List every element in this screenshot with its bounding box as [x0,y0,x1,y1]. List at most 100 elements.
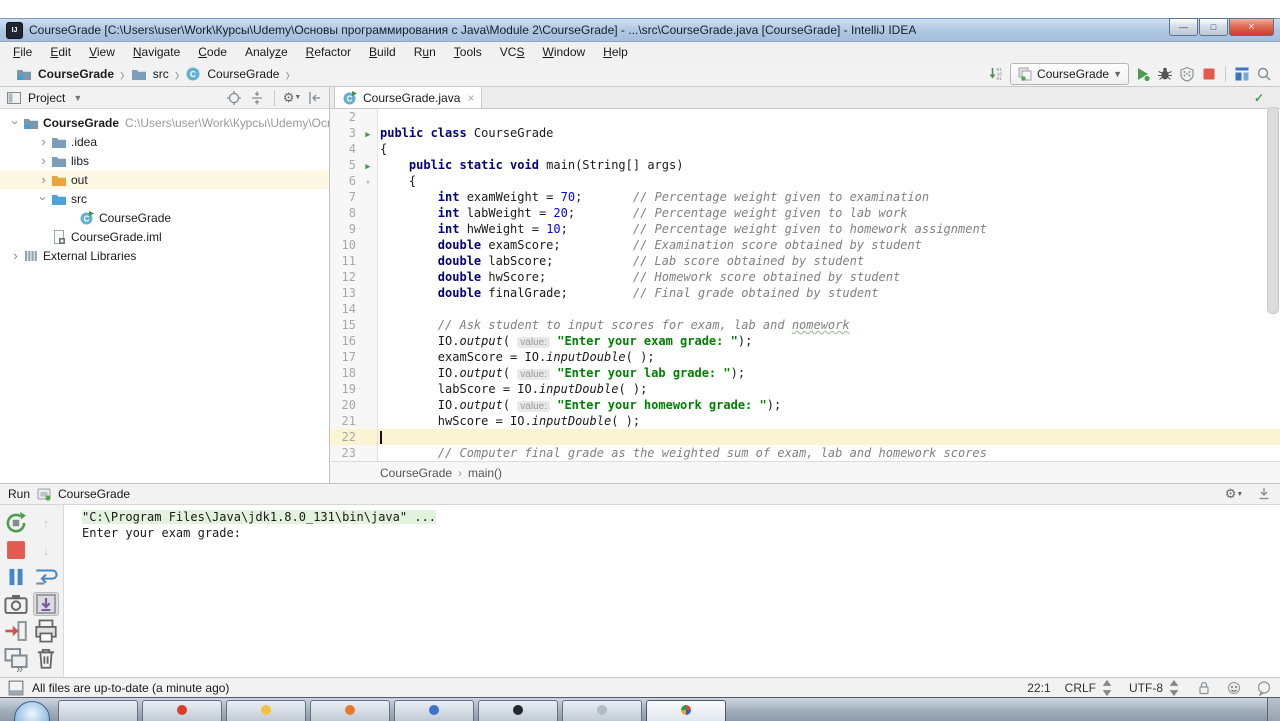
chevron-open-icon[interactable]: › [36,191,51,206]
menu-edit[interactable]: Edit [41,42,80,62]
code-line-13[interactable]: 13 double finalGrade; // Final grade obt… [330,285,1280,301]
code-line-5[interactable]: 5▶ public static void main(String[] args… [330,157,1280,173]
code-line-17[interactable]: 17 examScore = IO.inputDouble( ); [330,349,1280,365]
menu-navigate[interactable]: Navigate [124,42,189,62]
editor-breadcrumb-item[interactable]: main() [468,466,502,480]
code-line-18[interactable]: 18 IO.output( value: "Enter your lab gra… [330,365,1280,381]
chevron-closed-icon[interactable]: › [36,153,51,168]
taskbar-app-button[interactable] [394,700,474,721]
collapse-all-icon[interactable] [249,90,265,106]
rerun-icon[interactable] [3,511,29,535]
menu-vcs[interactable]: VCS [491,42,534,62]
run-configuration-select[interactable]: CourseGrade ▼ [1010,63,1129,85]
code-line-21[interactable]: 21 hwScore = IO.inputDouble( ); [330,413,1280,429]
hector-inspector-icon[interactable] [1226,680,1242,696]
maximize-button[interactable]: □ [1199,18,1228,36]
hide-panel-icon[interactable] [307,90,323,106]
menu-file[interactable]: File [4,42,41,62]
encoding-select[interactable]: UTF-8 [1129,680,1182,696]
tree-item-out[interactable]: ›out [0,170,329,189]
chevron-down-icon[interactable]: ▼ [73,93,82,103]
tree-item-coursegrade[interactable]: ›CourseGradeC:\Users\user\Work\Курсы\Ude… [0,113,329,132]
chevron-closed-icon[interactable]: › [36,134,51,149]
inspection-ok-icon[interactable]: ✓ [1254,91,1264,105]
stop-button[interactable] [1201,66,1217,82]
search-everywhere-icon[interactable] [1256,66,1272,82]
editor-scrollbar[interactable] [1267,87,1280,439]
project-panel-title[interactable]: Project [28,91,65,105]
tree-item-libs[interactable]: ›libs [0,151,329,170]
breadcrumb-item[interactable]: src [153,67,169,81]
scrollbar-thumb[interactable] [1267,107,1279,314]
hide-panel-icon[interactable] [1256,486,1272,502]
caret-position[interactable]: 22:1 [1027,681,1050,695]
tree-item--idea[interactable]: ›.idea [0,132,329,151]
chevron-closed-icon[interactable]: › [8,248,23,263]
menu-refactor[interactable]: Refactor [297,42,360,62]
code-line-2[interactable]: 2 [330,109,1280,125]
tree-item-coursegrade-iml[interactable]: CourseGrade.iml [0,227,329,246]
clear-all-icon[interactable] [33,646,59,670]
tree-item-coursegrade[interactable]: CCourseGrade [0,208,329,227]
scroll-to-end-icon[interactable] [33,592,59,616]
code-line-4[interactable]: 4{ [330,141,1280,157]
taskbar-app-button[interactable] [142,700,222,721]
code-line-11[interactable]: 11 double labScore; // Lab score obtaine… [330,253,1280,269]
line-separator-select[interactable]: CRLF [1065,680,1115,696]
breadcrumb-item[interactable]: CourseGrade [207,67,279,81]
pause-output-icon[interactable] [3,565,29,589]
menu-code[interactable]: Code [189,42,236,62]
project-structure-icon[interactable] [1234,66,1250,82]
menu-run[interactable]: Run [405,42,445,62]
gear-icon[interactable]: ⚙▼ [284,90,300,106]
menu-analyze[interactable]: Analyze [236,42,297,62]
lock-icon[interactable] [1196,680,1212,696]
code-line-19[interactable]: 19 labScore = IO.inputDouble( ); [330,381,1280,397]
code-line-12[interactable]: 12 double hwScore; // Homework score obt… [330,269,1280,285]
soft-wrap-icon[interactable] [33,565,59,589]
code-line-15[interactable]: 15 // Ask student to input scores for ex… [330,317,1280,333]
code-area[interactable]: 23▶public class CourseGrade4{5▶ public s… [330,109,1280,461]
run-gutter-icon[interactable]: ▶ [365,130,370,140]
coverage-button[interactable] [1179,66,1195,82]
tree-item-external-libraries[interactable]: ›External Libraries [0,246,329,265]
code-line-10[interactable]: 10 double examScore; // Examination scor… [330,237,1280,253]
taskbar-app-button[interactable] [646,700,726,721]
run-button[interactable] [1135,66,1151,82]
code-line-16[interactable]: 16 IO.output( value: "Enter your exam gr… [330,333,1280,349]
taskbar-app-button[interactable] [226,700,306,721]
taskbar-app-button[interactable] [310,700,390,721]
overflow-chevrons-icon[interactable]: » [16,661,23,676]
numeric-sort-icon[interactable]: 011001 [988,66,1004,82]
debug-button[interactable] [1157,66,1173,82]
run-gutter-icon[interactable]: ▶ [365,162,370,172]
close-tab-icon[interactable]: × [467,91,474,105]
menu-build[interactable]: Build [360,42,405,62]
code-line-7[interactable]: 7 int examWeight = 70; // Percentage wei… [330,189,1280,205]
console-output[interactable]: "C:\Program Files\Java\jdk1.8.0_131\bin\… [64,505,1280,678]
menu-view[interactable]: View [80,42,124,62]
tree-item-src[interactable]: ›src [0,189,329,208]
chevron-open-icon[interactable]: › [8,115,23,130]
up-stack-icon[interactable]: ↑ [33,511,59,535]
tab-coursegrade-java[interactable]: C CourseGrade.java × [334,86,482,108]
close-button[interactable]: × [1229,18,1274,36]
tool-window-toggle-icon[interactable] [8,680,24,696]
code-line-6[interactable]: 6▾ { [330,173,1280,189]
fold-icon[interactable]: ▾ [365,178,370,188]
breadcrumb-item[interactable]: CourseGrade [38,67,114,81]
print-icon[interactable] [33,619,59,643]
down-stack-icon[interactable]: ↓ [33,538,59,562]
locate-icon[interactable] [226,90,242,106]
event-log-bubble-icon[interactable] [1256,680,1272,696]
exit-icon[interactable] [3,619,29,643]
run-panel-title[interactable]: Run [8,487,30,501]
code-line-23[interactable]: 23 // Computer final grade as the weight… [330,445,1280,461]
menu-help[interactable]: Help [594,42,637,62]
taskbar-app-button[interactable] [58,700,138,721]
code-line-9[interactable]: 9 int hwWeight = 10; // Percentage weigh… [330,221,1280,237]
chevron-closed-icon[interactable]: › [36,172,51,187]
menu-tools[interactable]: Tools [445,42,491,62]
taskbar-app-button[interactable] [478,700,558,721]
menu-window[interactable]: Window [533,42,594,62]
